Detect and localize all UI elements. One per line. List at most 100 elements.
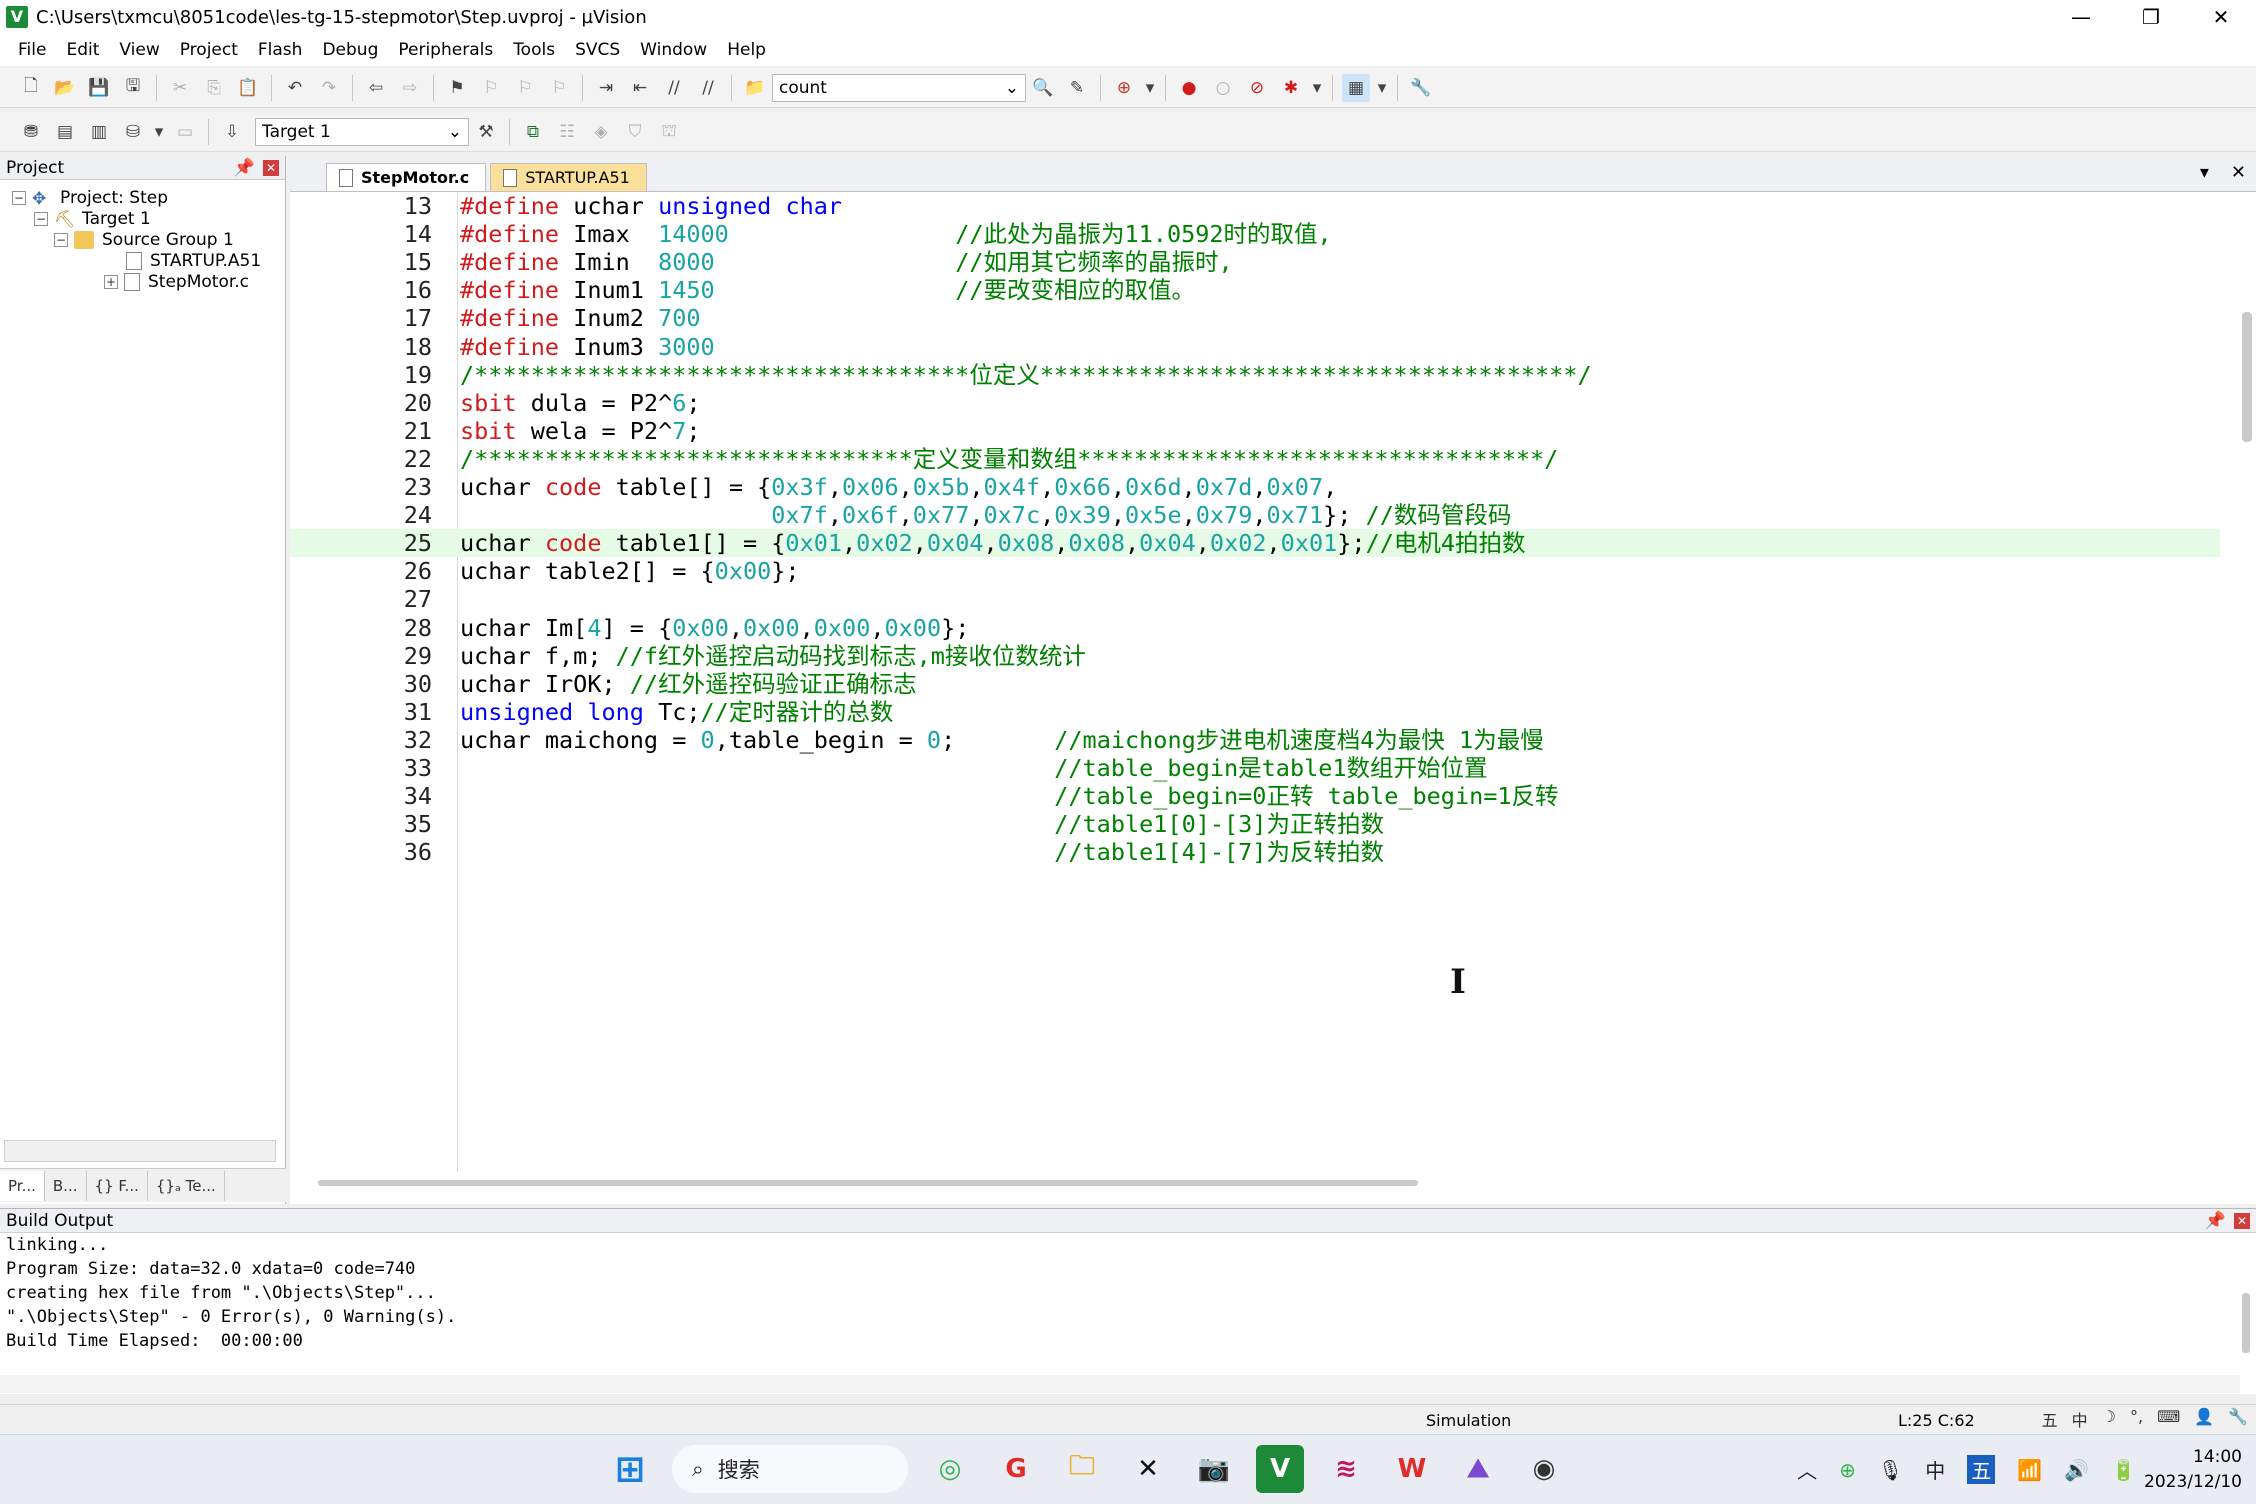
- collapse-icon[interactable]: −: [34, 212, 48, 226]
- code-line[interactable]: 24 0x7f,0x6f,0x77,0x7c,0x39,0x5e,0x79,0x…: [290, 501, 2220, 529]
- code-line[interactable]: 36 //table1[4]-[7]为反转拍数: [290, 838, 2220, 866]
- tab-books[interactable]: B...: [45, 1170, 87, 1201]
- undo-icon[interactable]: ↶: [281, 74, 309, 102]
- menu-project[interactable]: Project: [170, 40, 248, 60]
- close-icon[interactable]: ✕: [263, 159, 279, 176]
- redo-icon[interactable]: ↷: [315, 74, 343, 102]
- chevron-down-icon[interactable]: ▾: [1376, 74, 1388, 102]
- code-line[interactable]: 35 //table1[0]-[3]为正转拍数: [290, 810, 2220, 838]
- translate-icon[interactable]: ⛃: [17, 118, 45, 146]
- save-all-icon[interactable]: 🖫: [119, 74, 147, 102]
- browser-icon[interactable]: ◎: [926, 1445, 974, 1493]
- tab-project[interactable]: Pr...: [0, 1170, 45, 1201]
- paste-icon[interactable]: 📋: [234, 74, 262, 102]
- taskbar-search[interactable]: ⌕ 搜索: [672, 1445, 908, 1493]
- code-editor[interactable]: 13 #define uchar unsigned char 14 #define I…: [290, 192, 2256, 1172]
- incremental-find-icon[interactable]: ✎: [1063, 74, 1091, 102]
- multi-project-icon[interactable]: ⛫: [655, 118, 683, 146]
- uvision-taskbar-icon[interactable]: V: [1256, 1445, 1304, 1493]
- tab-templates[interactable]: {}ₐ Te...: [148, 1170, 225, 1201]
- red-app-icon[interactable]: G: [992, 1445, 1040, 1493]
- camera-icon[interactable]: 📷: [1190, 1445, 1238, 1493]
- chevron-up-icon[interactable]: ︿: [1797, 1455, 1817, 1484]
- menu-view[interactable]: View: [109, 40, 169, 60]
- pack-installer-icon[interactable]: ◈: [587, 118, 615, 146]
- restore-button[interactable]: ❐: [2116, 0, 2186, 34]
- code-line[interactable]: 33 //table_begin是table1数组开始位置: [290, 754, 2220, 782]
- code-line[interactable]: 29 uchar f,m; //f红外遥控启动码找到标志,m接收位数统计: [290, 642, 2220, 670]
- breakpoint-icon[interactable]: ●: [1175, 74, 1203, 102]
- wps-icon[interactable]: W: [1388, 1445, 1436, 1493]
- code-line[interactable]: 19 /***********************************位定…: [290, 361, 2220, 389]
- select-packs-icon[interactable]: ☷: [553, 118, 581, 146]
- code-line[interactable]: 28 uchar Im[4] = {0x00,0x00,0x00,0x00};: [290, 614, 2220, 642]
- ime-settings-icon[interactable]: 🔧: [2228, 1407, 2248, 1431]
- window-layout-icon[interactable]: ▦: [1342, 73, 1370, 102]
- code-line[interactable]: 20 sbit dula = P2^6;: [290, 389, 2220, 417]
- breakpoint-disable-icon[interactable]: ○: [1209, 74, 1237, 102]
- code-line[interactable]: 23 uchar code table[] = {0x3f,0x06,0x5b,0…: [290, 473, 2220, 501]
- windows-start-icon[interactable]: ⊞: [606, 1445, 654, 1493]
- photos-icon[interactable]: ⛰: [1454, 1445, 1502, 1493]
- code-line[interactable]: 30 uchar IrOK; //红外遥控码验证正确标志: [290, 670, 2220, 698]
- bookmark-clear-icon[interactable]: ⚐: [545, 74, 573, 102]
- navigate-forward-icon[interactable]: ⇨: [396, 74, 424, 102]
- tab-startup-a51[interactable]: STARTUP.A51: [490, 163, 647, 191]
- target-options-icon[interactable]: ⚒: [472, 118, 500, 146]
- code-line[interactable]: 14 #define Imax 14000 //此处为晶振为11.0592时的取值…: [290, 220, 2220, 248]
- tree-file-stepmotor[interactable]: + StepMotor.c: [104, 268, 249, 296]
- debug-session-icon[interactable]: ⊕: [1110, 74, 1138, 102]
- chevron-down-icon[interactable]: ⌄: [1005, 78, 1019, 98]
- uncomment-icon[interactable]: ∕∕: [694, 74, 722, 102]
- close-window-button[interactable]: ✕: [2186, 0, 2256, 34]
- target-combo[interactable]: Target 1 ⌄: [255, 117, 469, 146]
- save-icon[interactable]: 💾: [85, 74, 113, 102]
- tray-app-icon[interactable]: ⊕: [1839, 1458, 1856, 1482]
- build-output-hscroll[interactable]: [0, 1375, 2240, 1393]
- copy-icon[interactable]: ⎘: [200, 74, 228, 102]
- indent-icon[interactable]: ⇥: [592, 74, 620, 102]
- taskbar-clock[interactable]: 14:00 2023/12/10: [2144, 1445, 2242, 1495]
- menu-debug[interactable]: Debug: [312, 40, 388, 60]
- find-in-files-icon[interactable]: 📁: [741, 74, 769, 102]
- pin-icon[interactable]: 📌: [2205, 1211, 2226, 1231]
- collapse-icon[interactable]: −: [12, 191, 26, 205]
- project-pane-scrollbar[interactable]: [4, 1140, 276, 1162]
- menu-edit[interactable]: Edit: [56, 40, 109, 60]
- ime-lang-label[interactable]: 中: [2072, 1407, 2088, 1431]
- software-pack-icon[interactable]: ⛉: [621, 118, 649, 146]
- build-icon[interactable]: ▤: [51, 118, 79, 146]
- menu-svcs[interactable]: SVCS: [565, 40, 630, 60]
- menu-flash[interactable]: Flash: [248, 40, 313, 60]
- code-line[interactable]: 18 #define Inum3 3000: [290, 333, 2220, 361]
- code-line[interactable]: 26 uchar table2[] = {0x00};: [290, 557, 2220, 585]
- manage-components-icon[interactable]: ⧉: [519, 118, 547, 146]
- code-line[interactable]: 32 uchar maichong = 0,table_begin = 0; //…: [290, 726, 2220, 754]
- volume-icon[interactable]: 🔊: [2064, 1458, 2089, 1482]
- ime-logo-icon[interactable]: 五: [2042, 1407, 2058, 1431]
- find-combo[interactable]: count ⌄: [772, 73, 1026, 102]
- download-icon[interactable]: ⇩: [218, 118, 246, 146]
- code-line[interactable]: 13 #define uchar unsigned char: [290, 192, 2220, 220]
- code-line[interactable]: 22 /*******************************定义变量和数…: [290, 445, 2220, 473]
- close-icon[interactable]: ✕: [2234, 1212, 2250, 1229]
- vertical-scrollbar[interactable]: [2242, 312, 2252, 442]
- capcut-icon[interactable]: ✕: [1124, 1445, 1172, 1493]
- ime-moon-icon[interactable]: ☽: [2102, 1407, 2116, 1431]
- bookmark-prev-icon[interactable]: ⚐: [477, 74, 505, 102]
- navigate-back-icon[interactable]: ⇦: [362, 74, 390, 102]
- code-line[interactable]: 25 uchar code table1[] = {0x01,0x02,0x04,…: [290, 529, 2220, 558]
- cut-icon[interactable]: ✂: [166, 74, 194, 102]
- bookmark-next-icon[interactable]: ⚐: [511, 74, 539, 102]
- bookmark-icon[interactable]: ⚑: [443, 74, 471, 102]
- find-icon[interactable]: 🔍: [1029, 74, 1057, 102]
- breakpoint-kill-icon[interactable]: ⊘: [1243, 74, 1271, 102]
- ime-user-icon[interactable]: 👤: [2194, 1407, 2214, 1431]
- ime-keyboard-icon[interactable]: ⌨: [2157, 1407, 2180, 1431]
- obs-icon[interactable]: ◉: [1520, 1445, 1568, 1493]
- pin-icon[interactable]: 📌: [234, 158, 255, 178]
- menu-window[interactable]: Window: [630, 40, 717, 60]
- ime-indicator[interactable]: 中: [1925, 1455, 1945, 1484]
- horizontal-scrollbar[interactable]: [318, 1180, 1418, 1186]
- tab-list-dropdown-icon[interactable]: ▾: [2200, 162, 2209, 183]
